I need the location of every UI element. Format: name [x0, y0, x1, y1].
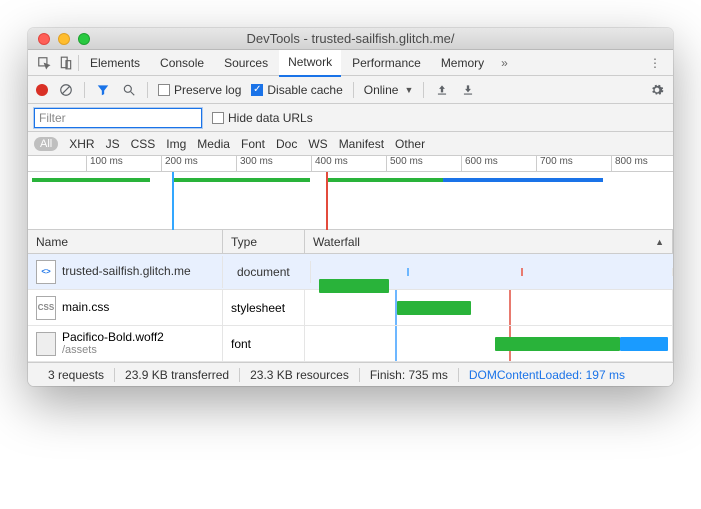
throttling-select[interactable]: Online▼ — [364, 83, 414, 97]
tab-console[interactable]: Console — [151, 50, 213, 76]
more-tabs-icon[interactable]: » — [495, 56, 514, 70]
upload-icon[interactable] — [434, 82, 450, 98]
download-icon[interactable] — [460, 82, 476, 98]
cell-type: document — [229, 261, 311, 283]
stat-dcl: DOMContentLoaded: 197 ms — [459, 368, 635, 382]
filter-bar: Filter Hide data URLs — [28, 104, 673, 132]
type-doc[interactable]: Doc — [276, 137, 297, 151]
type-media[interactable]: Media — [197, 137, 230, 151]
cell-waterfall — [305, 326, 673, 361]
type-js[interactable]: JS — [106, 137, 120, 151]
waterfall-bar — [495, 337, 620, 351]
file-name: trusted-sailfish.glitch.me — [62, 264, 191, 278]
col-type[interactable]: Type — [223, 230, 305, 253]
hide-data-urls-label: Hide data URLs — [228, 111, 313, 125]
cell-name: <> trusted-sailfish.glitch.me — [28, 256, 223, 288]
tick: 500 ms — [386, 156, 423, 172]
tick: 200 ms — [161, 156, 198, 172]
tab-performance[interactable]: Performance — [343, 50, 430, 76]
stat-finish: Finish: 735 ms — [360, 368, 459, 382]
cell-name: CSS main.css — [28, 290, 223, 325]
cell-waterfall — [317, 268, 673, 276]
inspect-icon[interactable] — [34, 53, 54, 73]
dcl-line — [407, 268, 409, 276]
stat-resources: 23.3 KB resources — [240, 368, 360, 382]
preserve-log-checkbox[interactable]: Preserve log — [158, 83, 241, 97]
type-css[interactable]: CSS — [131, 137, 156, 151]
search-icon[interactable] — [121, 82, 137, 98]
type-img[interactable]: Img — [166, 137, 186, 151]
tick: 100 ms — [86, 156, 123, 172]
device-icon[interactable] — [56, 53, 76, 73]
cell-waterfall — [305, 290, 673, 325]
panel-tabs: Elements Console Sources Network Perform… — [28, 50, 673, 76]
file-icon — [36, 332, 56, 356]
tick: 800 ms — [611, 156, 648, 172]
status-bar: 3 requests 23.9 KB transferred 23.3 KB r… — [28, 362, 673, 386]
load-line — [521, 268, 523, 276]
dcl-line — [395, 326, 397, 361]
overview-bar — [32, 178, 150, 182]
table-row[interactable]: CSS main.css stylesheet — [28, 290, 673, 326]
menu-icon[interactable]: ⋮ — [643, 56, 667, 70]
tab-elements[interactable]: Elements — [81, 50, 149, 76]
tab-sources[interactable]: Sources — [215, 50, 277, 76]
filter-icon[interactable] — [95, 82, 111, 98]
type-all[interactable]: All — [34, 137, 58, 151]
waterfall-bar — [620, 337, 668, 351]
disable-cache-label: Disable cache — [267, 83, 342, 97]
clear-icon[interactable] — [58, 82, 74, 98]
file-path: /assets — [62, 344, 164, 357]
network-toolbar: Preserve log ✓Disable cache Online▼ — [28, 76, 673, 104]
overview-bar — [172, 178, 310, 182]
stat-requests: 3 requests — [38, 368, 115, 382]
type-font[interactable]: Font — [241, 137, 265, 151]
table-row[interactable]: Pacifico-Bold.woff2/assetsfont — [28, 326, 673, 362]
col-waterfall[interactable]: Waterfall▲ — [305, 230, 673, 253]
preserve-log-label: Preserve log — [174, 83, 241, 97]
cell-type: font — [223, 326, 305, 361]
stat-transferred: 23.9 KB transferred — [115, 368, 240, 382]
file-name: Pacifico-Bold.woff2 — [62, 330, 164, 344]
tab-network[interactable]: Network — [279, 50, 341, 77]
col-name[interactable]: Name — [28, 230, 223, 253]
load-line — [326, 172, 328, 230]
filter-input[interactable]: Filter — [34, 108, 202, 128]
cell-name: Pacifico-Bold.woff2/assets — [28, 326, 223, 361]
hide-data-urls-checkbox[interactable]: Hide data URLs — [212, 111, 313, 125]
overview-bar — [328, 178, 443, 182]
type-manifest[interactable]: Manifest — [339, 137, 384, 151]
load-line — [509, 290, 511, 325]
type-ws[interactable]: WS — [308, 137, 327, 151]
cell-type: stylesheet — [223, 290, 305, 325]
type-other[interactable]: Other — [395, 137, 425, 151]
file-icon: <> — [36, 260, 56, 284]
table-header: Name Type Waterfall▲ — [28, 230, 673, 254]
tick: 400 ms — [311, 156, 348, 172]
divider — [78, 55, 79, 71]
record-button[interactable] — [36, 84, 48, 96]
table-row[interactable]: <> trusted-sailfish.glitch.me document — [28, 254, 673, 290]
tick: 700 ms — [536, 156, 573, 172]
disable-cache-checkbox[interactable]: ✓Disable cache — [251, 83, 342, 97]
settings-icon[interactable] — [649, 82, 665, 98]
tick: 600 ms — [461, 156, 498, 172]
overview-bar — [443, 178, 603, 182]
titlebar: DevTools - trusted-sailfish.glitch.me/ — [28, 28, 673, 50]
tab-memory[interactable]: Memory — [432, 50, 493, 76]
tick: 300 ms — [236, 156, 273, 172]
file-icon: CSS — [36, 296, 56, 320]
file-name: main.css — [62, 300, 109, 314]
type-xhr[interactable]: XHR — [69, 137, 94, 151]
sort-icon: ▲ — [655, 237, 664, 247]
resource-type-filter: All XHR JS CSS Img Media Font Doc WS Man… — [28, 132, 673, 156]
dcl-line — [172, 172, 174, 230]
request-table: <> trusted-sailfish.glitch.me document CSS m… — [28, 254, 673, 362]
window-title: DevTools - trusted-sailfish.glitch.me/ — [28, 31, 673, 46]
devtools-window: DevTools - trusted-sailfish.glitch.me/ E… — [28, 28, 673, 386]
waterfall-bar — [397, 301, 471, 315]
timeline-overview[interactable]: 100 ms 200 ms 300 ms 400 ms 500 ms 600 m… — [28, 156, 673, 230]
